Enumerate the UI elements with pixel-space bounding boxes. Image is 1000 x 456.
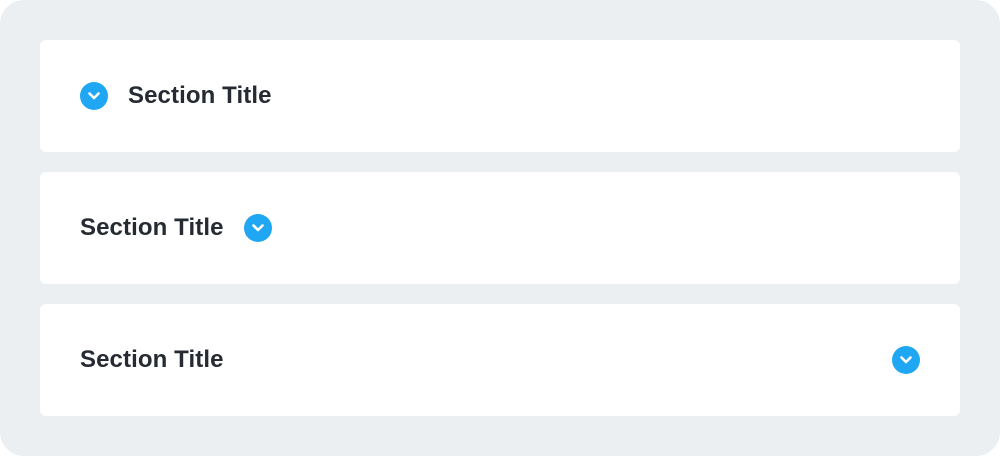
- section-title: Section Title: [80, 346, 224, 373]
- section-title: Section Title: [128, 82, 272, 109]
- chevron-down-icon[interactable]: [892, 346, 920, 374]
- accordion-list: Section Title Section Title Section Titl…: [0, 0, 1000, 456]
- chevron-down-icon[interactable]: [243, 214, 272, 242]
- accordion-section-3[interactable]: Section Title: [40, 304, 960, 416]
- chevron-down-icon[interactable]: [80, 82, 108, 110]
- accordion-section-2[interactable]: Section Title: [40, 172, 960, 284]
- accordion-section-1[interactable]: Section Title: [40, 40, 960, 152]
- section-title: Section Title: [80, 214, 224, 241]
